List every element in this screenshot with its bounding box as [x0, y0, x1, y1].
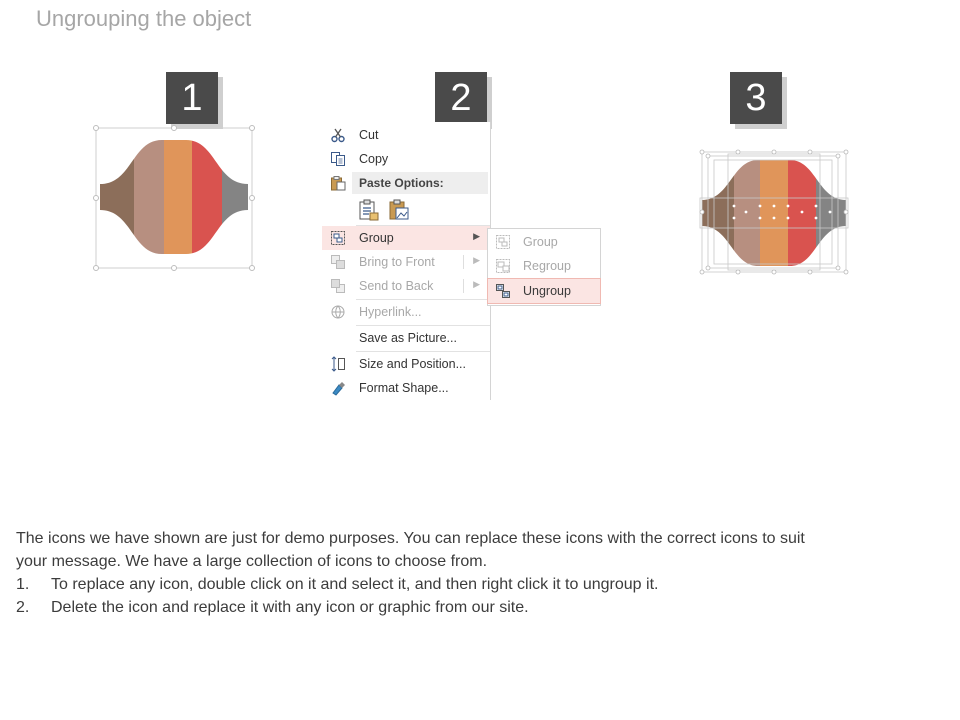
scissors-icon: [331, 128, 345, 143]
menu-item-group[interactable]: Group ▶: [322, 226, 490, 250]
menu-label-group: Group: [359, 231, 394, 245]
send-to-back-icon: [331, 279, 345, 293]
group-submenu: Group Regroup Ungroup: [487, 228, 601, 306]
submenu-arrow-icon: ▶: [473, 279, 480, 289]
submenu-arrow-icon: ▶: [473, 255, 480, 265]
paste-options-header: Paste Options:: [352, 172, 488, 194]
hyperlink-icon: [331, 305, 345, 319]
paste-keep-formatting-icon[interactable]: [358, 198, 380, 222]
menu-label-bring-to-front: Bring to Front: [359, 255, 435, 269]
paste-options-label: Paste Options:: [359, 176, 444, 190]
menu-item-cut[interactable]: Cut: [322, 123, 490, 147]
submenu-label-ungroup: Ungroup: [523, 284, 571, 298]
description-intro-line1: The icons we have shown are just for dem…: [16, 530, 805, 547]
instruction-number: 2.: [16, 599, 30, 616]
menu-item-size-and-position[interactable]: Size and Position...: [322, 352, 490, 376]
menu-item-copy[interactable]: Copy: [322, 147, 490, 171]
group-icon: [496, 235, 510, 249]
submenu-item-ungroup[interactable]: Ungroup: [487, 278, 601, 304]
description: The icons we have shown are just for dem…: [16, 527, 946, 619]
description-intro-line2: your message. We have a large collection…: [16, 553, 488, 570]
menu-label-size-and-position: Size and Position...: [359, 357, 467, 371]
grouped-shape[interactable]: [92, 124, 256, 272]
instruction-text: To replace any icon, double click on it …: [51, 576, 659, 593]
step-badge-1: 1: [166, 72, 218, 124]
clipboard-icon: [331, 176, 346, 191]
menu-label-cut: Cut: [359, 128, 379, 142]
submenu-item-regroup[interactable]: Regroup: [488, 254, 600, 278]
slide-title: Ungrouping the object: [36, 6, 252, 31]
menu-label-copy: Copy: [359, 152, 389, 166]
instruction-item: 2. Delete the icon and replace it with an…: [16, 596, 946, 619]
menu-item-format-shape[interactable]: Format Shape...: [322, 376, 490, 400]
submenu-arrow-icon: ▶: [473, 231, 480, 241]
context-menu: Cut Copy Paste Options: Group ▶ Bring to…: [322, 122, 491, 400]
instruction-number: 1.: [16, 576, 30, 593]
menu-label-format-shape: Format Shape...: [359, 381, 449, 395]
split-divider: [463, 255, 464, 269]
size-position-icon: [331, 356, 345, 372]
menu-label-send-to-back: Send to Back: [359, 279, 434, 293]
menu-item-hyperlink[interactable]: Hyperlink...: [322, 300, 490, 324]
bring-to-front-icon: [331, 255, 345, 269]
menu-item-send-to-back[interactable]: Send to Back ▶: [322, 274, 490, 298]
menu-item-bring-to-front[interactable]: Bring to Front ▶: [322, 250, 490, 274]
regroup-icon: [496, 259, 510, 273]
step-badge-3: 3: [730, 72, 782, 124]
paste-as-picture-icon[interactable]: [388, 198, 410, 222]
menu-label-hyperlink: Hyperlink...: [359, 305, 422, 319]
instruction-item: 1. To replace any icon, double click on i…: [16, 573, 946, 596]
copy-icon: [331, 152, 345, 166]
ungrouped-shape[interactable]: [698, 148, 850, 276]
format-shape-icon: [332, 382, 345, 396]
menu-item-save-as-picture[interactable]: Save as Picture...: [322, 326, 490, 350]
split-divider: [463, 279, 464, 293]
submenu-item-group[interactable]: Group: [488, 230, 600, 254]
group-icon: [331, 231, 345, 245]
submenu-label-regroup: Regroup: [523, 259, 571, 273]
step-badge-2: 2: [435, 72, 487, 124]
instruction-text: Delete the icon and replace it with any …: [51, 599, 529, 616]
menu-label-save-as-picture: Save as Picture...: [359, 331, 457, 345]
submenu-label-group: Group: [523, 235, 558, 249]
ungroup-icon: [496, 284, 510, 298]
